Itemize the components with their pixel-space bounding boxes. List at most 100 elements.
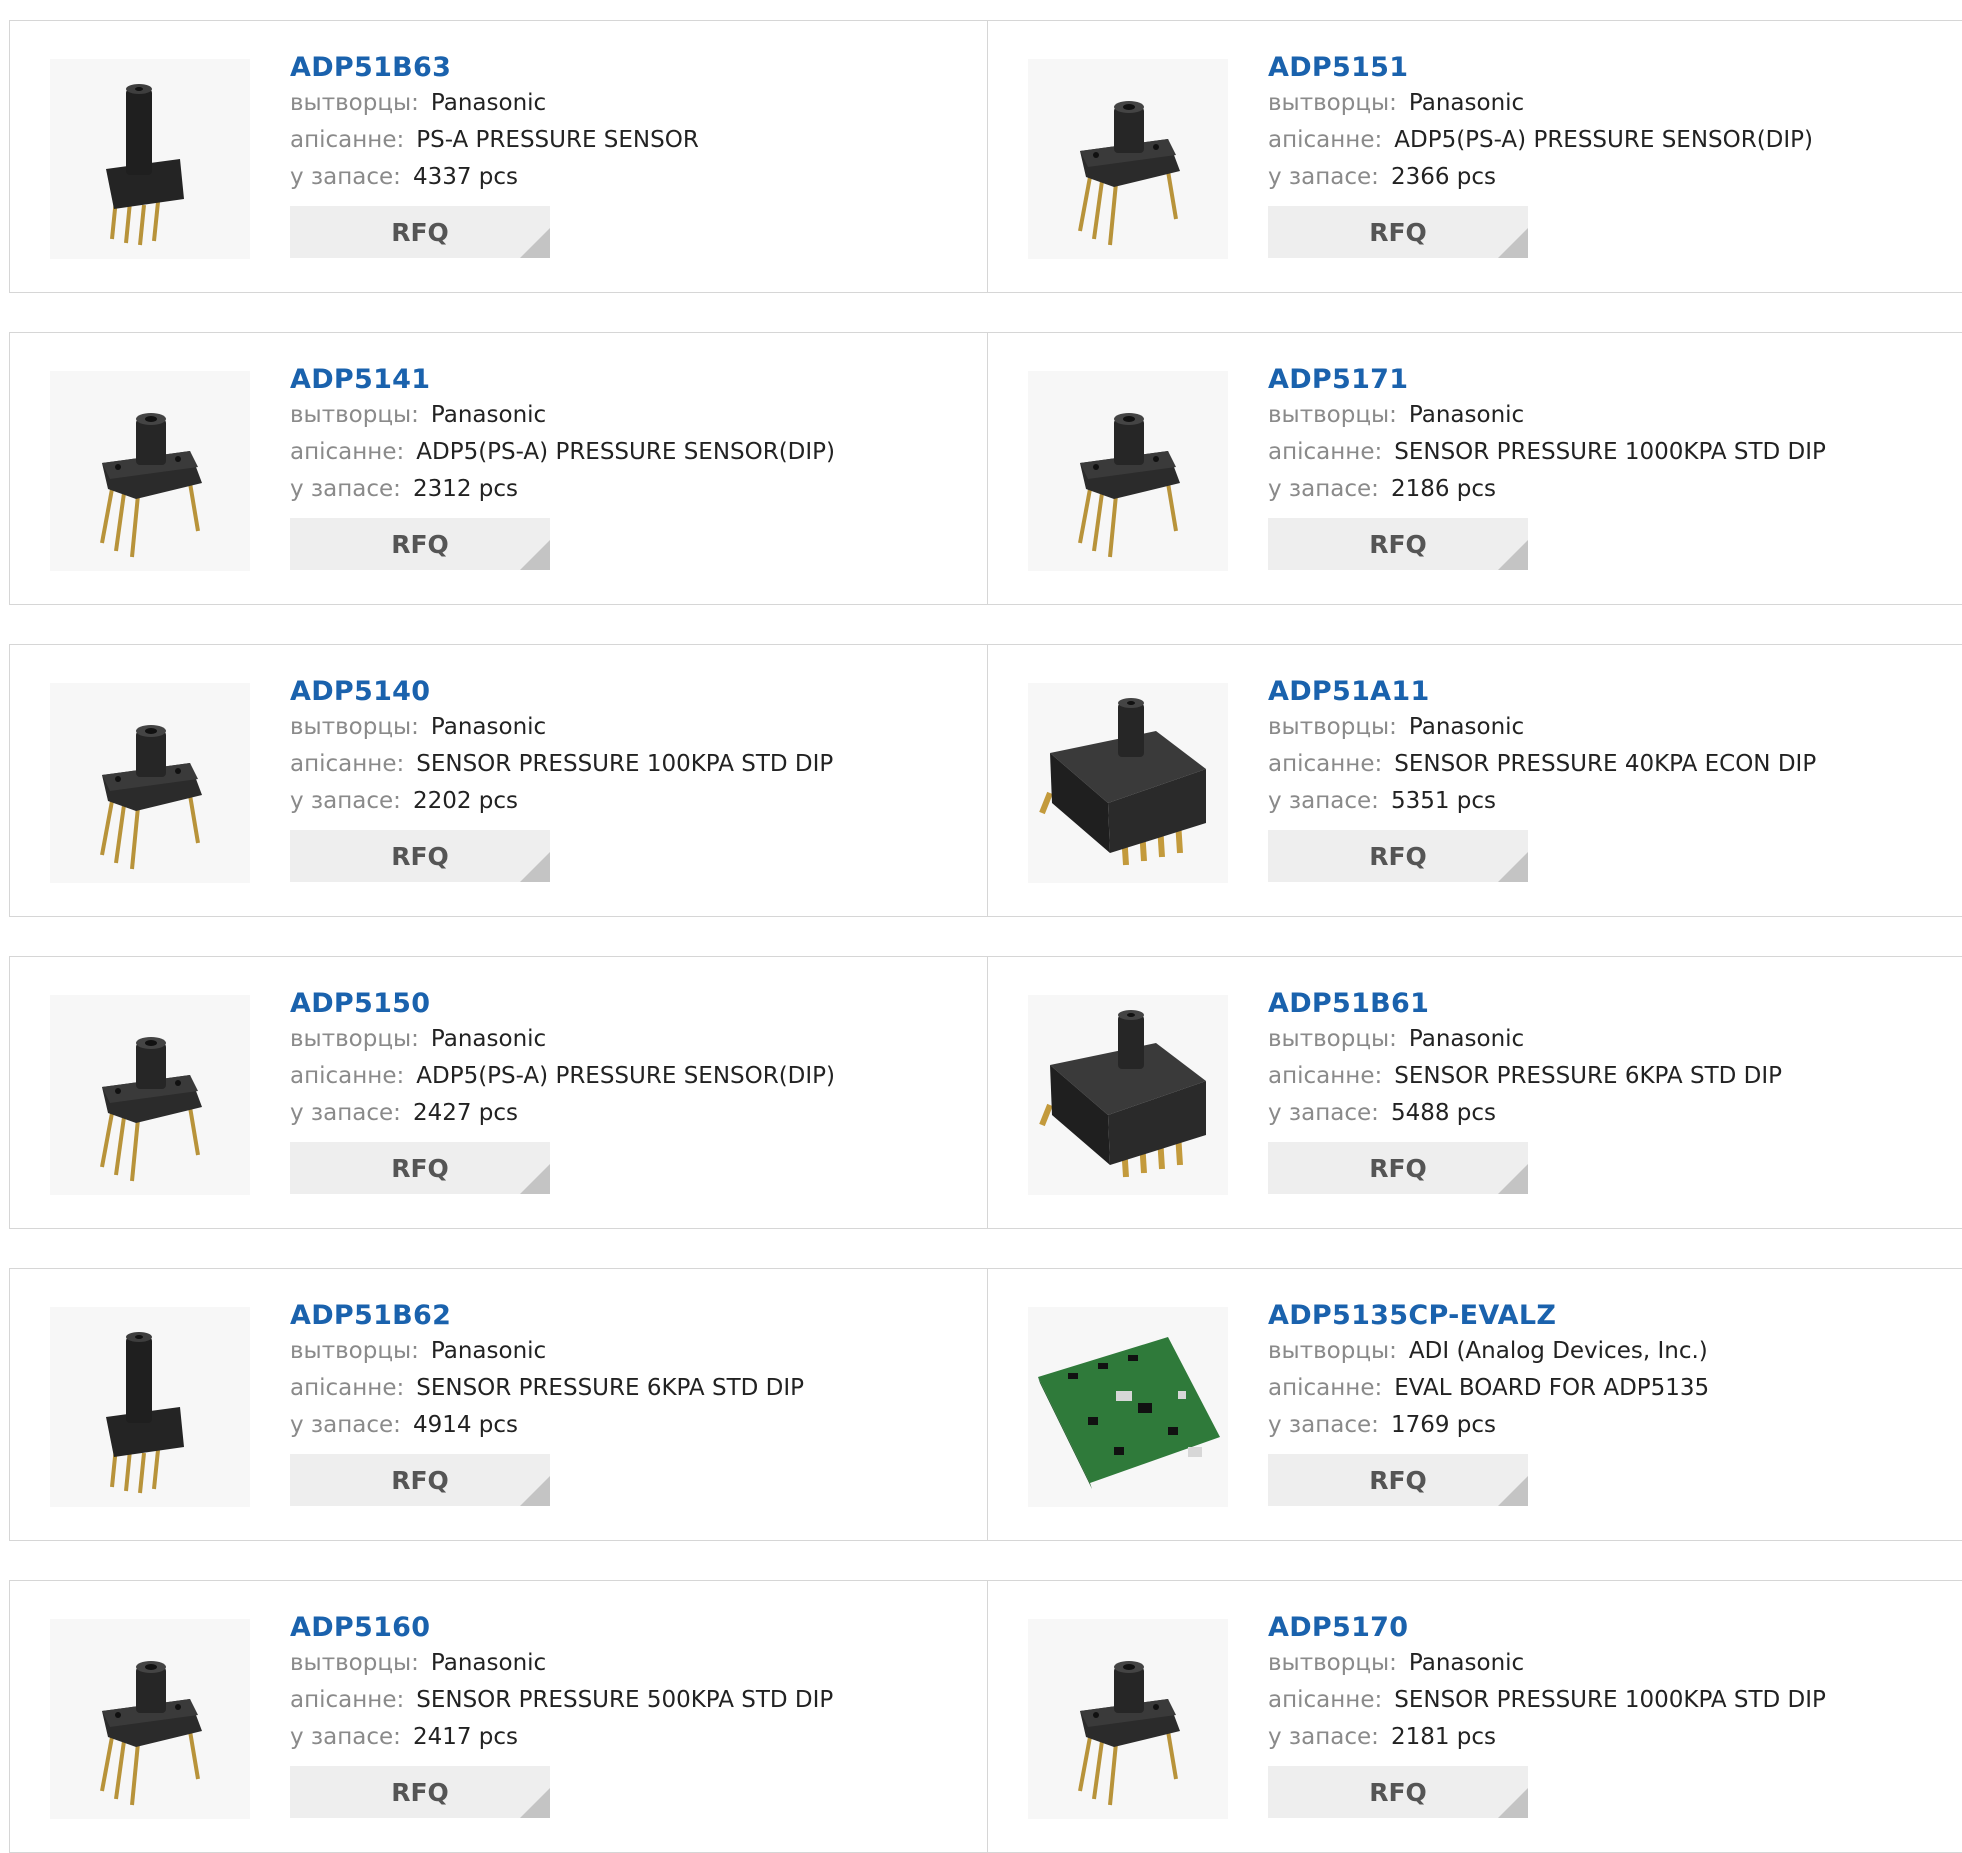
product-card: ADP5141 вытворцы: Panasonic апісанне: ADP5… bbox=[10, 333, 987, 604]
rfq-button[interactable]: RFQ bbox=[1268, 830, 1528, 882]
product-card: ADP51B63 вытворцы: Panasonic апісанне: PS-… bbox=[10, 21, 987, 292]
product-title-link[interactable]: ADP5135CP-EVALZ bbox=[1268, 1299, 1709, 1333]
manufacturer-line: вытворцы: Panasonic bbox=[290, 85, 699, 122]
eval-board-icon bbox=[1038, 1337, 1220, 1489]
product-title-link[interactable]: ADP5140 bbox=[290, 675, 833, 709]
manufacturer-label: вытворцы: bbox=[1268, 90, 1397, 116]
stock-line: у запасе: 5488 pcs bbox=[1268, 1095, 1782, 1132]
rfq-button-label: RFQ bbox=[1369, 217, 1427, 247]
product-title-link[interactable]: ADP5171 bbox=[1268, 363, 1826, 397]
rfq-button[interactable]: RFQ bbox=[290, 1454, 550, 1506]
description-label: апісанне: bbox=[290, 1375, 405, 1401]
stock-label: у запасе: bbox=[1268, 164, 1379, 190]
description-label: апісанне: bbox=[290, 1063, 405, 1089]
product-image[interactable] bbox=[1028, 1307, 1228, 1507]
manufacturer-label: вытворцы: bbox=[290, 714, 419, 740]
corner-fold-icon bbox=[520, 540, 550, 570]
description-line: апісанне: SENSOR PRESSURE 500KPA STD DIP bbox=[290, 1682, 833, 1719]
product-title-link[interactable]: ADP5151 bbox=[1268, 51, 1813, 85]
product-image[interactable] bbox=[1028, 59, 1228, 259]
product-image[interactable] bbox=[1028, 1619, 1228, 1819]
manufacturer-value: Panasonic bbox=[1408, 402, 1525, 428]
description-value: SENSOR PRESSURE 100KPA STD DIP bbox=[416, 751, 834, 777]
description-line: апісанне: SENSOR PRESSURE 6KPA STD DIP bbox=[1268, 1058, 1782, 1095]
product-title-link[interactable]: ADP51B61 bbox=[1268, 987, 1782, 1021]
manufacturer-line: вытворцы: ADI (Analog Devices, Inc.) bbox=[1268, 1333, 1709, 1370]
stock-line: у запасе: 2312 pcs bbox=[290, 471, 835, 508]
description-value: SENSOR PRESSURE 6KPA STD DIP bbox=[416, 1375, 805, 1401]
product-title-link[interactable]: ADP5141 bbox=[290, 363, 835, 397]
rfq-button[interactable]: RFQ bbox=[1268, 206, 1528, 258]
manufacturer-value: Panasonic bbox=[430, 1650, 547, 1676]
product-title-link[interactable]: ADP5160 bbox=[290, 1611, 833, 1645]
product-title-link[interactable]: ADP5150 bbox=[290, 987, 835, 1021]
stock-label: у запасе: bbox=[1268, 1100, 1379, 1126]
product-image[interactable] bbox=[50, 683, 250, 883]
product-image[interactable] bbox=[50, 995, 250, 1195]
rfq-button[interactable]: RFQ bbox=[1268, 1766, 1528, 1818]
product-title-link[interactable]: ADP51B63 bbox=[290, 51, 699, 85]
rfq-button[interactable]: RFQ bbox=[290, 1766, 550, 1818]
manufacturer-value: Panasonic bbox=[430, 90, 547, 116]
rfq-button[interactable]: RFQ bbox=[1268, 1142, 1528, 1194]
rfq-button[interactable]: RFQ bbox=[290, 830, 550, 882]
product-info: ADP5171 вытворцы: Panasonic апісанне: SENS… bbox=[1268, 363, 1826, 570]
product-info: ADP51A11 вытворцы: Panasonic апісанне: SEN… bbox=[1268, 675, 1816, 882]
corner-fold-icon bbox=[1498, 540, 1528, 570]
description-line: апісанне: EVAL BOARD FOR ADP5135 bbox=[1268, 1370, 1709, 1407]
manufacturer-line: вытворцы: Panasonic bbox=[1268, 1021, 1782, 1058]
tall-tube-sensor-icon bbox=[106, 1332, 184, 1494]
description-line: апісанне: ADP5(PS-A) PRESSURE SENSOR(DIP) bbox=[290, 434, 835, 471]
stock-label: у запасе: bbox=[290, 476, 401, 502]
product-info: ADP5141 вытворцы: Panasonic апісанне: ADP5… bbox=[290, 363, 835, 570]
manufacturer-label: вытворцы: bbox=[290, 1338, 419, 1364]
rfq-button-label: RFQ bbox=[391, 217, 449, 247]
stock-value: 5488 pcs bbox=[1390, 1100, 1497, 1126]
rfq-button[interactable]: RFQ bbox=[290, 1142, 550, 1194]
product-image[interactable] bbox=[50, 59, 250, 259]
product-image[interactable] bbox=[1028, 995, 1228, 1195]
product-title-link[interactable]: ADP51A11 bbox=[1268, 675, 1816, 709]
description-line: апісанне: SENSOR PRESSURE 40KPA ECON DIP bbox=[1268, 746, 1816, 783]
rfq-button[interactable]: RFQ bbox=[1268, 1454, 1528, 1506]
stock-label: у запасе: bbox=[290, 1724, 401, 1750]
stock-line: у запасе: 2417 pcs bbox=[290, 1719, 833, 1756]
product-title-link[interactable]: ADP5170 bbox=[1268, 1611, 1826, 1645]
stock-value: 4914 pcs bbox=[412, 1412, 519, 1438]
product-card: ADP51A11 вытворцы: Panasonic апісанне: SEN… bbox=[988, 645, 1962, 916]
stock-value: 2366 pcs bbox=[1390, 164, 1497, 190]
rfq-button[interactable]: RFQ bbox=[290, 206, 550, 258]
dip-pressure-sensor-icon bbox=[1078, 101, 1180, 246]
rfq-button-label: RFQ bbox=[391, 841, 449, 871]
product-image[interactable] bbox=[1028, 683, 1228, 883]
product-image[interactable] bbox=[50, 371, 250, 571]
manufacturer-value: Panasonic bbox=[430, 402, 547, 428]
stock-line: у запасе: 2366 pcs bbox=[1268, 159, 1813, 196]
dip-pressure-sensor-icon bbox=[100, 725, 202, 870]
description-value: SENSOR PRESSURE 40KPA ECON DIP bbox=[1394, 751, 1817, 777]
manufacturer-label: вытворцы: bbox=[1268, 402, 1397, 428]
description-line: апісанне: PS-A PRESSURE SENSOR bbox=[290, 122, 699, 159]
product-title-link[interactable]: ADP51B62 bbox=[290, 1299, 804, 1333]
stock-value: 2186 pcs bbox=[1390, 476, 1497, 502]
product-row: ADP51B62 вытворцы: Panasonic апісанне: SEN… bbox=[9, 1268, 1962, 1541]
manufacturer-label: вытворцы: bbox=[1268, 714, 1397, 740]
dip-pressure-sensor-icon bbox=[1078, 1661, 1180, 1806]
product-row: ADP5140 вытворцы: Panasonic апісанне: SENS… bbox=[9, 644, 1962, 917]
rfq-button-label: RFQ bbox=[1369, 1153, 1427, 1183]
rfq-button[interactable]: RFQ bbox=[290, 518, 550, 570]
manufacturer-value: Panasonic bbox=[1408, 1026, 1525, 1052]
product-image[interactable] bbox=[1028, 371, 1228, 571]
tall-tube-sensor-icon bbox=[106, 84, 184, 246]
product-row: ADP5141 вытворцы: Panasonic апісанне: ADP5… bbox=[9, 332, 1962, 605]
rfq-button[interactable]: RFQ bbox=[1268, 518, 1528, 570]
manufacturer-label: вытворцы: bbox=[1268, 1338, 1397, 1364]
manufacturer-line: вытворцы: Panasonic bbox=[290, 1333, 804, 1370]
manufacturer-line: вытворцы: Panasonic bbox=[290, 709, 833, 746]
rfq-button-label: RFQ bbox=[391, 1777, 449, 1807]
product-card: ADP5160 вытворцы: Panasonic апісанне: SENS… bbox=[10, 1581, 987, 1852]
product-image[interactable] bbox=[50, 1307, 250, 1507]
product-image[interactable] bbox=[50, 1619, 250, 1819]
stock-line: у запасе: 1769 pcs bbox=[1268, 1407, 1709, 1444]
description-value: EVAL BOARD FOR ADP5135 bbox=[1394, 1375, 1710, 1401]
